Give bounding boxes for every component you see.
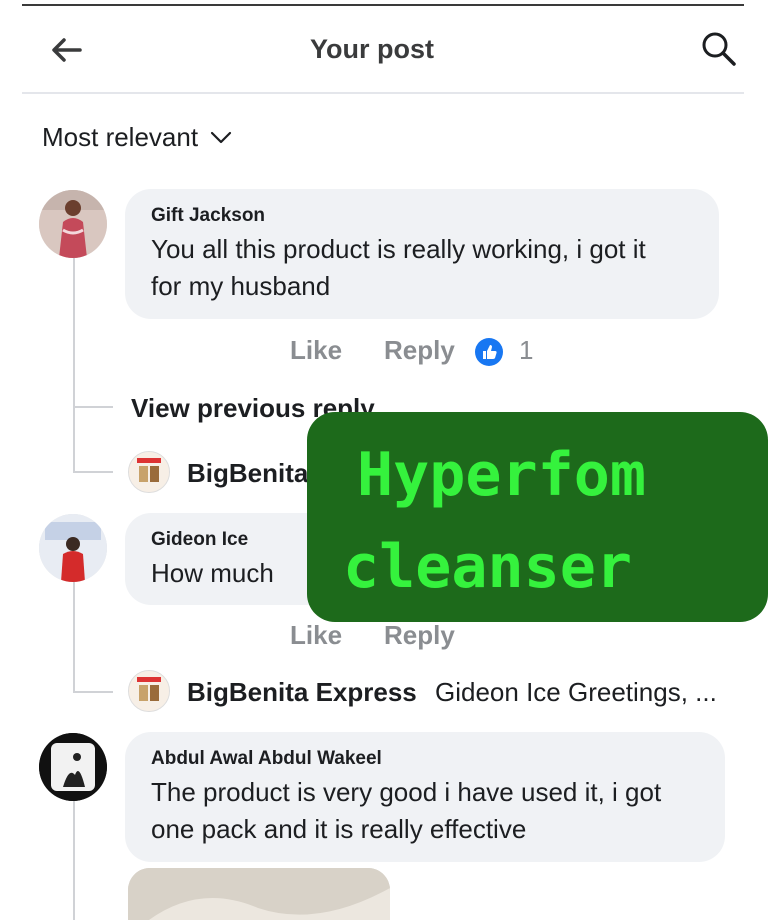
user-photo-icon: [39, 190, 107, 258]
comment-bubble: Gideon Ice How much: [125, 513, 335, 605]
thread-line: [73, 800, 75, 920]
reply-avatar[interactable]: [128, 670, 170, 712]
avatar[interactable]: [39, 190, 107, 258]
reply-button[interactable]: Reply: [384, 620, 455, 651]
header-bar: Your post: [0, 10, 768, 90]
thread-line: [73, 582, 75, 692]
comment-text: You all this product is really working, …: [151, 234, 646, 264]
page-title: Your post: [310, 34, 434, 64]
comment-text: one pack and it is really effective: [151, 814, 527, 844]
comment-author[interactable]: Gideon Ice: [151, 529, 248, 551]
like-reaction-icon: [475, 338, 503, 366]
thread-branch: [73, 691, 113, 693]
reaction-count: 1: [519, 335, 534, 365]
user-photo-icon: [39, 733, 107, 801]
comment-image[interactable]: [128, 868, 390, 920]
comment-author[interactable]: Abdul Awal Abdul Wakeel: [151, 748, 382, 770]
comment-text: for my husband: [151, 271, 331, 301]
comment-bubble: Abdul Awal Abdul Wakeel The product is v…: [125, 732, 725, 862]
header-divider: [22, 92, 744, 94]
user-photo-icon: [39, 514, 107, 582]
brand-logo-icon: [129, 452, 169, 492]
comment-text: How much: [151, 558, 274, 588]
reply-preview-text[interactable]: Gideon Ice Greetings, ...: [435, 677, 717, 708]
top-divider: [22, 4, 744, 6]
avatar[interactable]: [39, 733, 107, 801]
comment-bubble: Gift Jackson You all this product is rea…: [125, 189, 719, 319]
reply-button[interactable]: Reply: [384, 335, 455, 366]
thread-branch: [73, 471, 113, 473]
search-icon: [702, 32, 736, 66]
reply-avatar[interactable]: [128, 451, 170, 493]
reply-author[interactable]: BigBenita Express: [187, 677, 417, 708]
sort-label: Most relevant: [42, 122, 199, 152]
comment-text: The product is very good i have used it,…: [151, 777, 662, 807]
sort-dropdown[interactable]: Most relevant: [42, 122, 232, 153]
overlay-text-line1: Hyperfom: [357, 440, 646, 510]
post-comments-screen: Your post Most relevant Gift Jackson You…: [0, 0, 768, 920]
avatar[interactable]: [39, 514, 107, 582]
chevron-down-icon: [210, 131, 232, 143]
search-button[interactable]: [700, 30, 740, 70]
photo-icon: [128, 868, 390, 920]
overlay-text-line2: cleanser: [343, 532, 632, 602]
thread-line: [73, 258, 75, 472]
comment-author[interactable]: Gift Jackson: [151, 205, 265, 227]
like-button[interactable]: Like: [290, 335, 342, 366]
like-button[interactable]: Like: [290, 620, 342, 651]
brand-logo-icon: [129, 671, 169, 711]
thread-branch: [73, 406, 113, 408]
overlay-banner: Hyperfom cleanser: [307, 412, 768, 622]
